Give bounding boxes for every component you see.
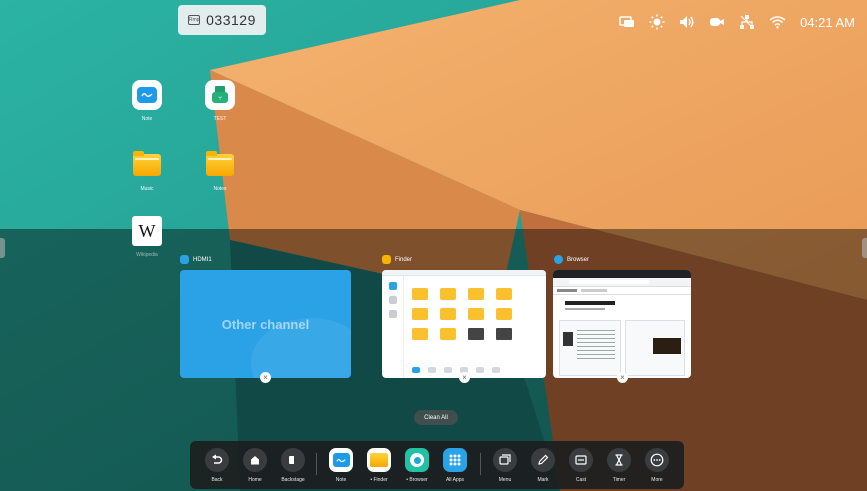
- all-apps-icon: [443, 448, 467, 472]
- backstage-icon: [281, 448, 305, 472]
- screen-share-icon[interactable]: [618, 13, 636, 31]
- left-edge-handle[interactable]: [0, 238, 5, 258]
- recent-card-hdmi1[interactable]: Other channel: [180, 270, 351, 378]
- dock-menu-button[interactable]: Menu: [488, 448, 522, 483]
- clock: 04:21 AM: [800, 14, 855, 30]
- recent-card-title-finder: Finder: [382, 255, 412, 264]
- dock-back-button[interactable]: Back: [200, 448, 234, 483]
- more-icon: [645, 448, 669, 472]
- finder-icon: [367, 448, 391, 472]
- finder-preview-grid: [412, 288, 514, 340]
- hourglass-icon: [607, 448, 631, 472]
- folder-icon: [132, 150, 162, 180]
- wikipedia-icon: W: [132, 216, 162, 246]
- display-id-chip[interactable]: Rmp 033129: [178, 5, 266, 35]
- dock-backstage-button[interactable]: Backstage: [276, 448, 310, 483]
- desktop-icon-label: Wikipedia: [136, 252, 158, 258]
- browser-icon: [554, 255, 563, 264]
- recent-card-title-hdmi: HDMI1: [180, 255, 212, 264]
- camera-icon[interactable]: [708, 13, 726, 31]
- home-icon: [243, 448, 267, 472]
- brightness-icon[interactable]: [648, 13, 666, 31]
- browser-icon: [405, 448, 429, 472]
- desktop-icon-notes[interactable]: Notes: [200, 150, 240, 192]
- dock-browser-app[interactable]: • Browser: [400, 448, 434, 483]
- back-icon: [205, 448, 229, 472]
- recent-card-title-browser: Browser: [554, 255, 589, 264]
- note-app-icon: [132, 80, 162, 110]
- usb-drive-icon: ⑂: [205, 80, 235, 110]
- desktop-icon-label: Notes: [213, 186, 227, 192]
- folder-icon: [205, 150, 235, 180]
- dock-home-button[interactable]: Home: [238, 448, 272, 483]
- status-bar: 04:21 AM: [618, 12, 855, 32]
- dock-more-button[interactable]: More: [640, 448, 674, 483]
- display-id-icon: Rmp: [188, 15, 201, 25]
- hdmi-icon: [180, 255, 189, 264]
- note-app-icon: [329, 448, 353, 472]
- dock-all-apps[interactable]: All Apps: [438, 448, 472, 483]
- dock-cast-button[interactable]: Cast: [564, 448, 598, 483]
- dock-mark-button[interactable]: Mark: [526, 448, 560, 483]
- desktop-icon-note[interactable]: Note: [127, 80, 167, 122]
- dock-note-app[interactable]: Note: [324, 448, 358, 483]
- menu-icon: [493, 448, 517, 472]
- dock-finder-app[interactable]: • Finder: [362, 448, 396, 483]
- desktop-icon-label: Note: [141, 116, 153, 122]
- desktop-icon-test[interactable]: ⑂ TEST: [200, 80, 240, 122]
- dock-timer-button[interactable]: Timer: [602, 448, 636, 483]
- close-browser-button[interactable]: ×: [617, 372, 628, 383]
- close-hdmi1-button[interactable]: ×: [260, 372, 271, 383]
- desktop-icon-label: TEST: [213, 116, 227, 122]
- cast-icon: [569, 448, 593, 472]
- desktop-icon-music[interactable]: Music: [127, 150, 167, 192]
- volume-icon[interactable]: [678, 13, 696, 31]
- recent-card-finder[interactable]: [382, 270, 546, 378]
- other-channel-text: Other channel: [221, 317, 310, 332]
- desktop-icon-wikipedia[interactable]: W Wikipedia: [127, 216, 167, 258]
- display-id-code: 033129: [206, 12, 256, 28]
- close-finder-button[interactable]: ×: [459, 372, 470, 383]
- dock: Back Home Backstage Note • Finder • Brow…: [190, 441, 684, 489]
- svg-text:⑂: ⑂: [218, 95, 222, 102]
- wifi-icon[interactable]: [768, 13, 786, 31]
- recent-card-browser[interactable]: [553, 270, 691, 378]
- finder-icon: [382, 255, 391, 264]
- network-icon[interactable]: [738, 13, 756, 31]
- desktop-icon-label: Music: [140, 186, 154, 192]
- right-edge-handle[interactable]: [862, 238, 867, 258]
- clean-all-button[interactable]: Clean All: [414, 410, 458, 425]
- pen-icon: [531, 448, 555, 472]
